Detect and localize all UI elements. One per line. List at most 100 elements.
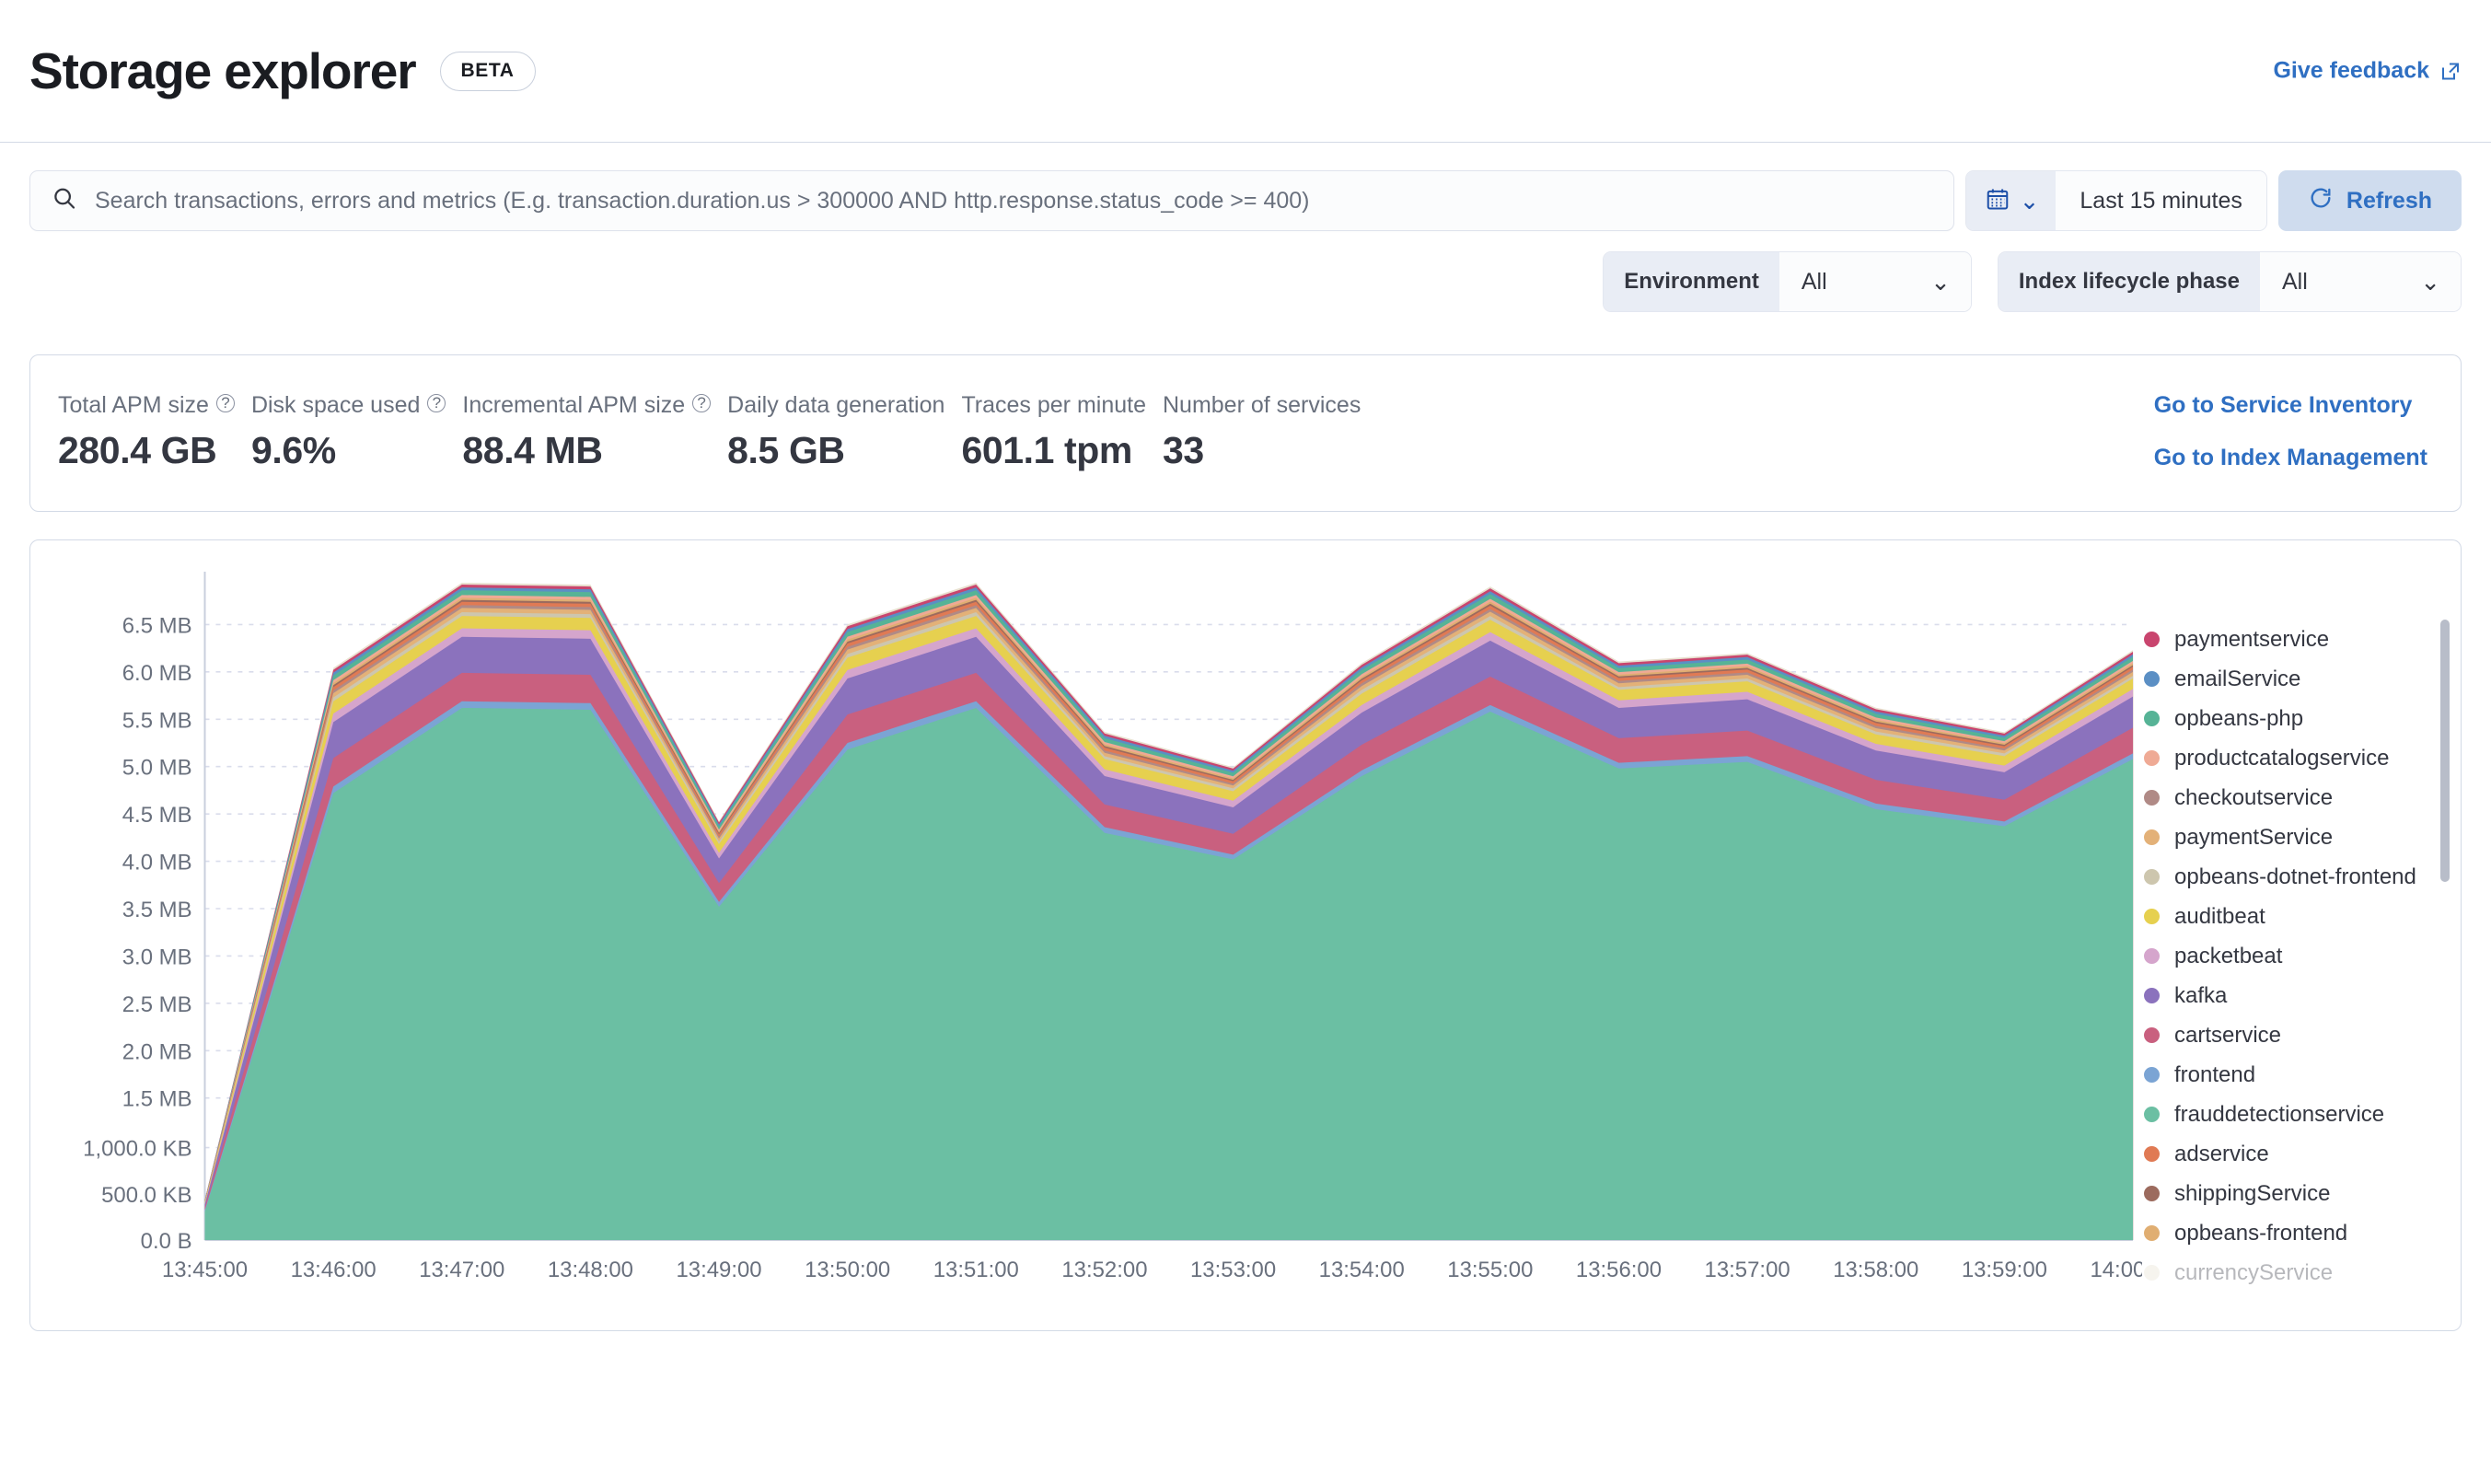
legend-color-dot xyxy=(2144,1225,2160,1241)
stat-link-1[interactable]: Go to Index Management xyxy=(2154,445,2427,471)
legend-item-label: packetbeat xyxy=(2174,944,2282,969)
stat-value: 8.5 GB xyxy=(727,429,944,472)
legend-scrollbar[interactable] xyxy=(2440,620,2450,1293)
legend-item[interactable]: opbeans-frontend xyxy=(2142,1213,2461,1253)
index-lifecycle-phase-filter: Index lifecycle phase All ⌄ xyxy=(1998,251,2462,312)
stat-5: Number of services 33 xyxy=(1163,392,1377,472)
stat-label: Daily data generation xyxy=(727,392,944,419)
x-axis-tick-label: 13:47:00 xyxy=(419,1258,504,1282)
legend-item[interactable]: kafka xyxy=(2142,976,2461,1015)
legend-item[interactable]: opbeans-dotnet-frontend xyxy=(2142,857,2461,897)
refresh-button[interactable]: Refresh xyxy=(2278,170,2462,231)
x-axis-tick-label: 13:45:00 xyxy=(162,1258,248,1282)
x-axis-tick-label: 13:54:00 xyxy=(1319,1258,1405,1282)
index-lifecycle-phase-filter-label: Index lifecycle phase xyxy=(1999,252,2260,311)
environment-filter: Environment All ⌄ xyxy=(1603,251,1972,312)
y-axis-tick-label: 6.0 MB xyxy=(122,661,192,686)
refresh-label: Refresh xyxy=(2346,188,2432,214)
legend-item[interactable]: packetbeat xyxy=(2142,936,2461,976)
storage-timeseries-panel: 6.5 MB6.0 MB5.5 MB5.0 MB4.5 MB4.0 MB3.5 … xyxy=(29,539,2462,1331)
search-input[interactable] xyxy=(95,188,1933,214)
legend-item[interactable]: adservice xyxy=(2142,1134,2461,1174)
legend-scrollbar-thumb[interactable] xyxy=(2440,620,2450,882)
stat-label: Number of services xyxy=(1163,392,1361,419)
date-quick-select-button[interactable]: ⌄ xyxy=(1966,171,2057,230)
help-icon[interactable]: ? xyxy=(692,394,711,412)
y-axis-tick-label: 4.0 MB xyxy=(122,851,192,875)
x-axis-tick-label: 13:49:00 xyxy=(676,1258,761,1282)
legend-color-dot xyxy=(2144,1107,2160,1122)
legend-item[interactable]: auditbeat xyxy=(2142,897,2461,936)
stat-link-0[interactable]: Go to Service Inventory xyxy=(2154,392,2427,419)
y-axis-tick-label: 5.5 MB xyxy=(122,708,192,733)
environment-filter-label: Environment xyxy=(1604,252,1779,311)
chevron-down-icon: ⌄ xyxy=(2020,189,2040,213)
environment-filter-select[interactable]: All ⌄ xyxy=(1779,252,1971,311)
stat-label-text: Traces per minute xyxy=(961,392,1146,419)
title-wrap: Storage explorer BETA xyxy=(29,46,536,97)
stat-links: Go to Service Inventory Go to Index Manag… xyxy=(2154,392,2427,471)
stat-label: Incremental APM size? xyxy=(462,392,711,419)
x-axis-tick-label: 13:58:00 xyxy=(1833,1258,1918,1282)
search-field[interactable] xyxy=(29,170,1954,231)
legend-item[interactable]: paymentservice xyxy=(2142,620,2461,659)
legend-item[interactable]: paymentService xyxy=(2142,817,2461,857)
help-icon[interactable]: ? xyxy=(427,394,446,412)
legend-color-dot xyxy=(2144,632,2160,647)
y-axis-tick-label: 0.0 B xyxy=(141,1229,192,1254)
stat-value: 601.1 tpm xyxy=(961,429,1146,472)
legend-item[interactable]: frauddetectionservice xyxy=(2142,1095,2461,1134)
legend-item[interactable]: checkoutservice xyxy=(2142,778,2461,817)
legend-color-dot xyxy=(2144,1186,2160,1201)
stat-label: Traces per minute xyxy=(961,392,1146,419)
x-axis-tick-label: 13:46:00 xyxy=(291,1258,377,1282)
legend-color-dot xyxy=(2144,1146,2160,1162)
stat-label: Disk space used? xyxy=(251,392,446,419)
stat-1: Disk space used? 9.6% xyxy=(251,392,462,472)
stat-label: Total APM size? xyxy=(58,392,235,419)
refresh-icon xyxy=(2308,185,2334,217)
y-axis-tick-label: 4.5 MB xyxy=(122,803,192,828)
legend-item[interactable]: cartservice xyxy=(2142,1015,2461,1055)
chart-legend: paymentserviceemailService opbeans-php pro… xyxy=(2142,540,2461,1330)
legend-item[interactable]: frontend xyxy=(2142,1055,2461,1095)
legend-color-dot xyxy=(2144,750,2160,766)
x-axis-tick-label: 13:53:00 xyxy=(1190,1258,1276,1282)
stat-value: 9.6% xyxy=(251,429,446,472)
legend-item[interactable]: opbeans-php xyxy=(2142,699,2461,738)
chevron-down-icon: ⌄ xyxy=(2420,270,2440,294)
legend-color-dot xyxy=(2144,948,2160,964)
calendar-icon xyxy=(1985,186,2010,216)
legend-item-label: productcatalogservice xyxy=(2174,746,2389,771)
legend-item-label: adservice xyxy=(2174,1142,2269,1167)
external-link-icon xyxy=(2439,60,2462,82)
legend-color-dot xyxy=(2144,988,2160,1003)
legend-item[interactable]: emailService xyxy=(2142,659,2461,699)
stat-3: Daily data generation 8.5 GB xyxy=(727,392,961,472)
give-feedback-link[interactable]: Give feedback xyxy=(2273,58,2462,85)
stacked-area-chart[interactable]: 6.5 MB6.0 MB5.5 MB5.0 MB4.5 MB4.0 MB3.5 … xyxy=(30,540,2142,1330)
legend-item[interactable]: currencyService xyxy=(2142,1253,2461,1293)
legend-item[interactable]: productcatalogservice xyxy=(2142,738,2461,778)
legend-item-label: opbeans-php xyxy=(2174,706,2303,732)
legend-color-dot xyxy=(2144,869,2160,885)
legend-item-label: kafka xyxy=(2174,983,2227,1009)
y-axis-tick-label: 5.0 MB xyxy=(122,756,192,781)
legend-color-dot xyxy=(2144,909,2160,924)
y-axis-tick-label: 3.0 MB xyxy=(122,945,192,969)
legend-item-label: checkoutservice xyxy=(2174,785,2333,811)
legend-item[interactable]: shippingService xyxy=(2142,1174,2461,1213)
stat-value: 33 xyxy=(1163,429,1361,472)
date-range-value[interactable]: Last 15 minutes xyxy=(2056,171,2266,230)
x-axis-tick-label: 13:57:00 xyxy=(1705,1258,1790,1282)
environment-filter-value: All xyxy=(1802,269,1827,296)
filter-row: Environment All ⌄ Index lifecycle phase … xyxy=(0,231,2491,312)
index-lifecycle-phase-filter-select[interactable]: All ⌄ xyxy=(2260,252,2461,311)
help-icon[interactable]: ? xyxy=(216,394,235,412)
legend-color-dot xyxy=(2144,711,2160,726)
legend-color-dot xyxy=(2144,1265,2160,1281)
stat-value: 280.4 GB xyxy=(58,429,235,472)
page-header: Storage explorer BETA Give feedback xyxy=(0,0,2491,143)
x-axis-tick-label: 13:52:00 xyxy=(1061,1258,1147,1282)
stat-label-text: Total APM size xyxy=(58,392,209,419)
